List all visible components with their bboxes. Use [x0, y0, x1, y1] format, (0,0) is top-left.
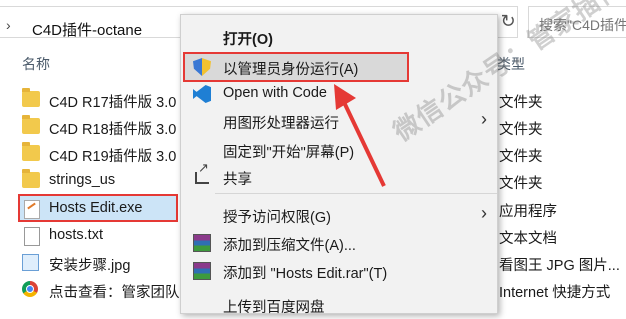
file-name: 点击查看：管家团队 [49, 285, 180, 301]
menu-item-label: Open with Code [223, 85, 327, 101]
file-type: 文件夹 [499, 95, 543, 111]
menu-item-open[interactable]: 打开(O) [181, 23, 497, 51]
chevron-right-icon: › [481, 203, 487, 223]
file-explorer-window: › C4D插件-octane ↻ 搜索"C4D插件 名称 类型 C4D R17插… [0, 0, 626, 316]
chevron-right-icon[interactable]: › [6, 17, 11, 33]
red-arrow-annotation [334, 84, 386, 187]
menu-item-label: 添加到 "Hosts Edit.rar"(T) [223, 266, 388, 282]
folder-icon [22, 169, 40, 188]
file-name: C4D R19插件版 3.0 [49, 149, 177, 165]
folder-icon [22, 115, 40, 134]
file-type: Internet 快捷方式 [499, 285, 611, 301]
file-name: strings_us [49, 172, 116, 188]
share-icon [195, 160, 209, 184]
menu-item-add-rar[interactable]: 添加到 "Hosts Edit.rar"(T) [181, 257, 497, 285]
text-file-icon [24, 227, 40, 246]
folder-icon [22, 142, 40, 161]
file-name: C4D R18插件版 3.0 [49, 122, 177, 138]
file-name: 安装步骤.jpg [49, 258, 131, 274]
menu-item-label: 打开(O) [223, 32, 273, 48]
vscode-icon [193, 85, 211, 103]
file-type: 文件夹 [499, 176, 543, 192]
menu-item-grant-access[interactable]: 授予访问权限(G) › [181, 201, 497, 229]
address-path[interactable]: C4D插件-octane [32, 19, 142, 40]
file-type: 文件夹 [499, 122, 543, 138]
file-type: 看图王 JPG 图片... [499, 258, 620, 274]
menu-item-upload[interactable]: 上传到百度网盘 [181, 291, 497, 319]
menu-item-label: 添加到压缩文件(A)... [223, 238, 356, 254]
exe-file-icon [24, 200, 40, 219]
shield-icon [193, 58, 211, 76]
menu-item-label: 用图形处理器运行 [223, 116, 339, 132]
chrome-icon [22, 281, 38, 297]
menu-item-label: 共享 [223, 172, 252, 188]
winrar-icon [193, 262, 211, 280]
winrar-icon [193, 234, 211, 252]
folder-icon [22, 88, 40, 107]
chevron-right-icon: › [481, 109, 487, 129]
menu-item-label: 以管理员身份运行(A) [223, 62, 359, 78]
menu-item-add-archive[interactable]: 添加到压缩文件(A)... [181, 229, 497, 257]
file-type: 文本文档 [499, 231, 557, 247]
file-name: C4D R17插件版 3.0 [49, 95, 177, 111]
file-name: Hosts Edit.exe [49, 200, 143, 216]
file-type: 文件夹 [499, 149, 543, 165]
file-type: 应用程序 [499, 204, 557, 220]
image-file-icon [22, 254, 39, 271]
menu-item-label: 授予访问权限(G) [223, 210, 331, 226]
file-name: hosts.txt [49, 227, 103, 243]
column-header-name[interactable]: 名称 [22, 54, 50, 74]
menu-item-label: 上传到百度网盘 [223, 300, 325, 316]
